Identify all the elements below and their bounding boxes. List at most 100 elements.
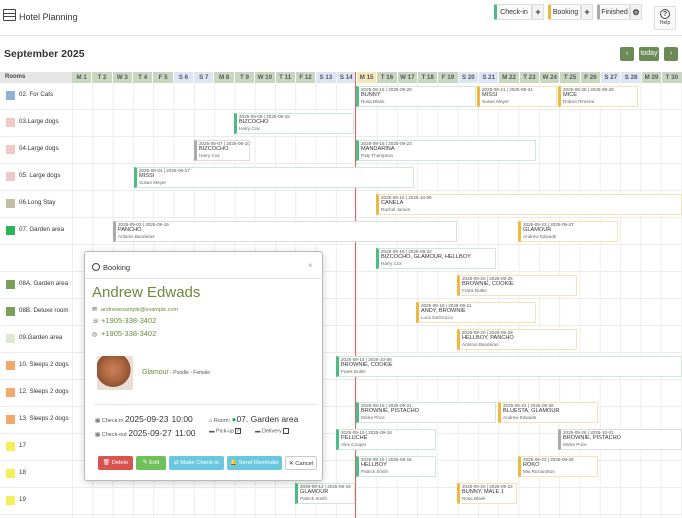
booking-guest: Luca DaGrocco: [421, 314, 453, 320]
day-header: W 10: [255, 72, 276, 83]
room-color-swatch: [6, 118, 15, 127]
add-checkin-button[interactable]: +: [532, 4, 544, 20]
finished-filter-button[interactable]: Finished: [597, 4, 630, 20]
day-header: M 1: [72, 72, 93, 83]
booking-block[interactable]: 2025-09-09 | 2025-09-15 BIZCOCHO Harry Cox: [234, 113, 354, 134]
day-header: M 22: [499, 72, 520, 83]
room-label[interactable]: 08B. Deluxe room: [19, 307, 69, 314]
booking-block[interactable]: 2025-09-22 | 2025-09-26 BLUESTA, GLAMOUR A…: [498, 402, 598, 423]
add-booking-button[interactable]: +: [581, 4, 593, 20]
day-header: F 5: [153, 72, 174, 83]
day-header: T 30: [662, 72, 682, 83]
room-label[interactable]: 08A. Garden area: [19, 280, 68, 287]
delivery-checkbox[interactable]: [282, 428, 289, 434]
booking-block[interactable]: 2025-09-03 | 2025-09-19 PANCHO Antonio Ban…: [113, 221, 457, 242]
pickup-label: Pick-up: [216, 428, 235, 435]
room-name: 07. Garden area: [236, 414, 299, 424]
booking-block[interactable]: 2025-09-20 | 2025-09-28 HELLBOY, PANCHO An…: [457, 329, 577, 350]
booking-guest: Rosa Blank: [361, 98, 385, 104]
day-header: F 19: [438, 72, 459, 83]
room-color-swatch: [6, 145, 15, 154]
checkin-time: 10:00: [171, 414, 193, 424]
day-header: S 20: [458, 72, 480, 83]
booking-guest: Harry Cox: [199, 152, 220, 158]
edit-button[interactable]: ✎ Edit: [136, 456, 166, 470]
room-label[interactable]: 06.Long Stay: [19, 199, 55, 206]
send-reminder-button[interactable]: 🔔 Send Reminder: [227, 456, 282, 470]
guest-name[interactable]: Andrew Edwads: [92, 284, 200, 301]
truck-icon: ▬: [255, 428, 261, 435]
checkin-date: 2025-09-23: [124, 414, 169, 424]
room-label[interactable]: 02. For Cats: [19, 91, 53, 98]
booking-block[interactable]: 2025-09-14 | 2025-10-06 BROWNIE, COOKIE Fr…: [336, 356, 682, 377]
booking-block[interactable]: 2025-09-23 | 2025-09-25 ROKO Mia Richardso…: [518, 456, 598, 477]
booking-block[interactable]: 2025-09-15 | 2025-09-20 BUNNY Rosa Blank: [356, 86, 476, 107]
room-label[interactable]: 17: [19, 442, 26, 449]
room-label[interactable]: 05. Large dogs: [19, 172, 60, 179]
booking-block[interactable]: 2025-09-16 | 2025-10-06 CANELA Rachel Jame…: [376, 194, 682, 215]
booking-block[interactable]: 2025-09-18 | 2025-09-21 ANDY, BROWNIE Luca…: [416, 302, 536, 323]
delete-button[interactable]: 🗑 Delete: [98, 456, 133, 470]
day-header: T 16: [377, 72, 398, 83]
room-label[interactable]: 09.Garden area: [19, 334, 62, 341]
room-label[interactable]: 19: [19, 496, 26, 503]
booking-guest: Andrew Edwads: [523, 233, 557, 239]
divider: [85, 278, 324, 279]
room-label: Room:: [213, 418, 231, 424]
booking-guest: Micke Price: [361, 414, 385, 420]
booking-filter-button[interactable]: Booking: [548, 4, 581, 20]
booking-block[interactable]: 2025-09-23 | 2025-09-27 GLAMOUR Andrew Edw…: [518, 221, 618, 242]
close-icon[interactable]: ×: [308, 261, 313, 270]
room-label[interactable]: 18: [19, 469, 26, 476]
checkout-label: Check-out: [101, 432, 127, 438]
checkout-date: 2025-09-27: [128, 428, 172, 438]
booking-block[interactable]: 2025-09-07 | 2025-09-10 BIZCOCHO Harry Cox: [194, 140, 250, 161]
day-header: W 24: [540, 72, 561, 83]
room-row: 04.Large dogs: [0, 137, 682, 164]
pet-info: - Poodle - Female: [168, 370, 210, 376]
booking-block[interactable]: 2025-09-15 | 2025-09-21 BROWNIE, PISTACHO…: [356, 402, 496, 423]
day-header: S 13: [316, 72, 337, 83]
booking-block[interactable]: 2025-09-20 | 2025-09-22 BUNNY, MALE 1 Rosa…: [457, 483, 517, 504]
booking-block[interactable]: 2025-09-26 | 2025-10-01 BROWNIE, PISTACHO…: [558, 429, 682, 450]
settings-gear-icon[interactable]: ⚙: [630, 4, 642, 20]
pet-name[interactable]: Glamour: [142, 369, 169, 376]
day-header: T 23: [519, 72, 541, 83]
room-label[interactable]: 04.Large dogs: [19, 145, 59, 152]
booking-block[interactable]: 2025-09-15 | 2025-09-23 MANDARINA Paty Tho…: [356, 140, 536, 161]
room-label[interactable]: 07. Garden area: [19, 226, 64, 233]
room-label[interactable]: 13. Sleeps 2 dogs: [19, 415, 69, 422]
prev-month-button[interactable]: ‹: [620, 47, 634, 61]
today-button[interactable]: today: [639, 47, 659, 61]
booking-block[interactable]: 2025-09-15 | 2025-09-18 HELLBOY Patrick Sm…: [356, 456, 436, 477]
booking-block[interactable]: 2025-09-20 | 2025-09-25 BROWNIE, COOKIE Fr…: [457, 275, 577, 296]
next-month-button[interactable]: ›: [664, 47, 678, 61]
pickup-checkbox[interactable]: ✓: [235, 428, 242, 434]
booking-block[interactable]: 2025-09-16 | 2025-09-22 BIZCOCHO, GLAMOUR…: [376, 248, 496, 269]
booking-block[interactable]: 2025-09-15 | 2025-09-18 PELUCHE Alex Coope…: [336, 429, 436, 450]
booking-block[interactable]: 2025-09-25 | 2025-09-28 MICE Robert Rimera…: [558, 86, 638, 107]
room-label[interactable]: 03.Large dogs: [19, 118, 59, 125]
guest-phone[interactable]: +1905-338-3402: [101, 316, 156, 325]
cancel-button[interactable]: ✕ Cancel: [285, 456, 317, 470]
make-checkin-button[interactable]: ⇄ Make Check-in: [169, 456, 224, 470]
booking-block[interactable]: 2025-09-12 | 2025-09-15 GLAMOUR Patrick Sm…: [295, 483, 355, 504]
calendar-icon: ▦: [95, 418, 101, 424]
room-label[interactable]: 10. Sleeps 2 dogs: [19, 361, 69, 368]
booking-guest: Susan Meyer: [482, 98, 510, 104]
room-color-swatch: [6, 226, 15, 235]
booking-block[interactable]: 2025-09-04 | 2025-09-17 MISSI Susan Meyer: [134, 167, 414, 188]
day-header: M 15: [356, 72, 378, 83]
guest-whatsapp[interactable]: +1905-338-3402: [101, 329, 156, 338]
room-label[interactable]: 12. Sleeps 2 dogs: [19, 388, 69, 395]
booking-guest: Antonio Banderas: [118, 233, 155, 239]
booking-guest: Frank Butler: [462, 287, 488, 293]
booking-block[interactable]: 2025-09-21 | 2025-09-24 MISSI Susan Meyer: [477, 86, 557, 107]
room-color-swatch: [6, 442, 15, 451]
help-button[interactable]: ? Help: [654, 6, 676, 30]
checkin-filter-button[interactable]: Check-in: [494, 4, 532, 20]
make-checkin-label: Make Check-in: [180, 460, 220, 466]
guest-email[interactable]: andrewexample@example.com: [101, 307, 178, 313]
email-icon: ✉: [92, 307, 98, 313]
day-header: S 21: [479, 72, 500, 83]
